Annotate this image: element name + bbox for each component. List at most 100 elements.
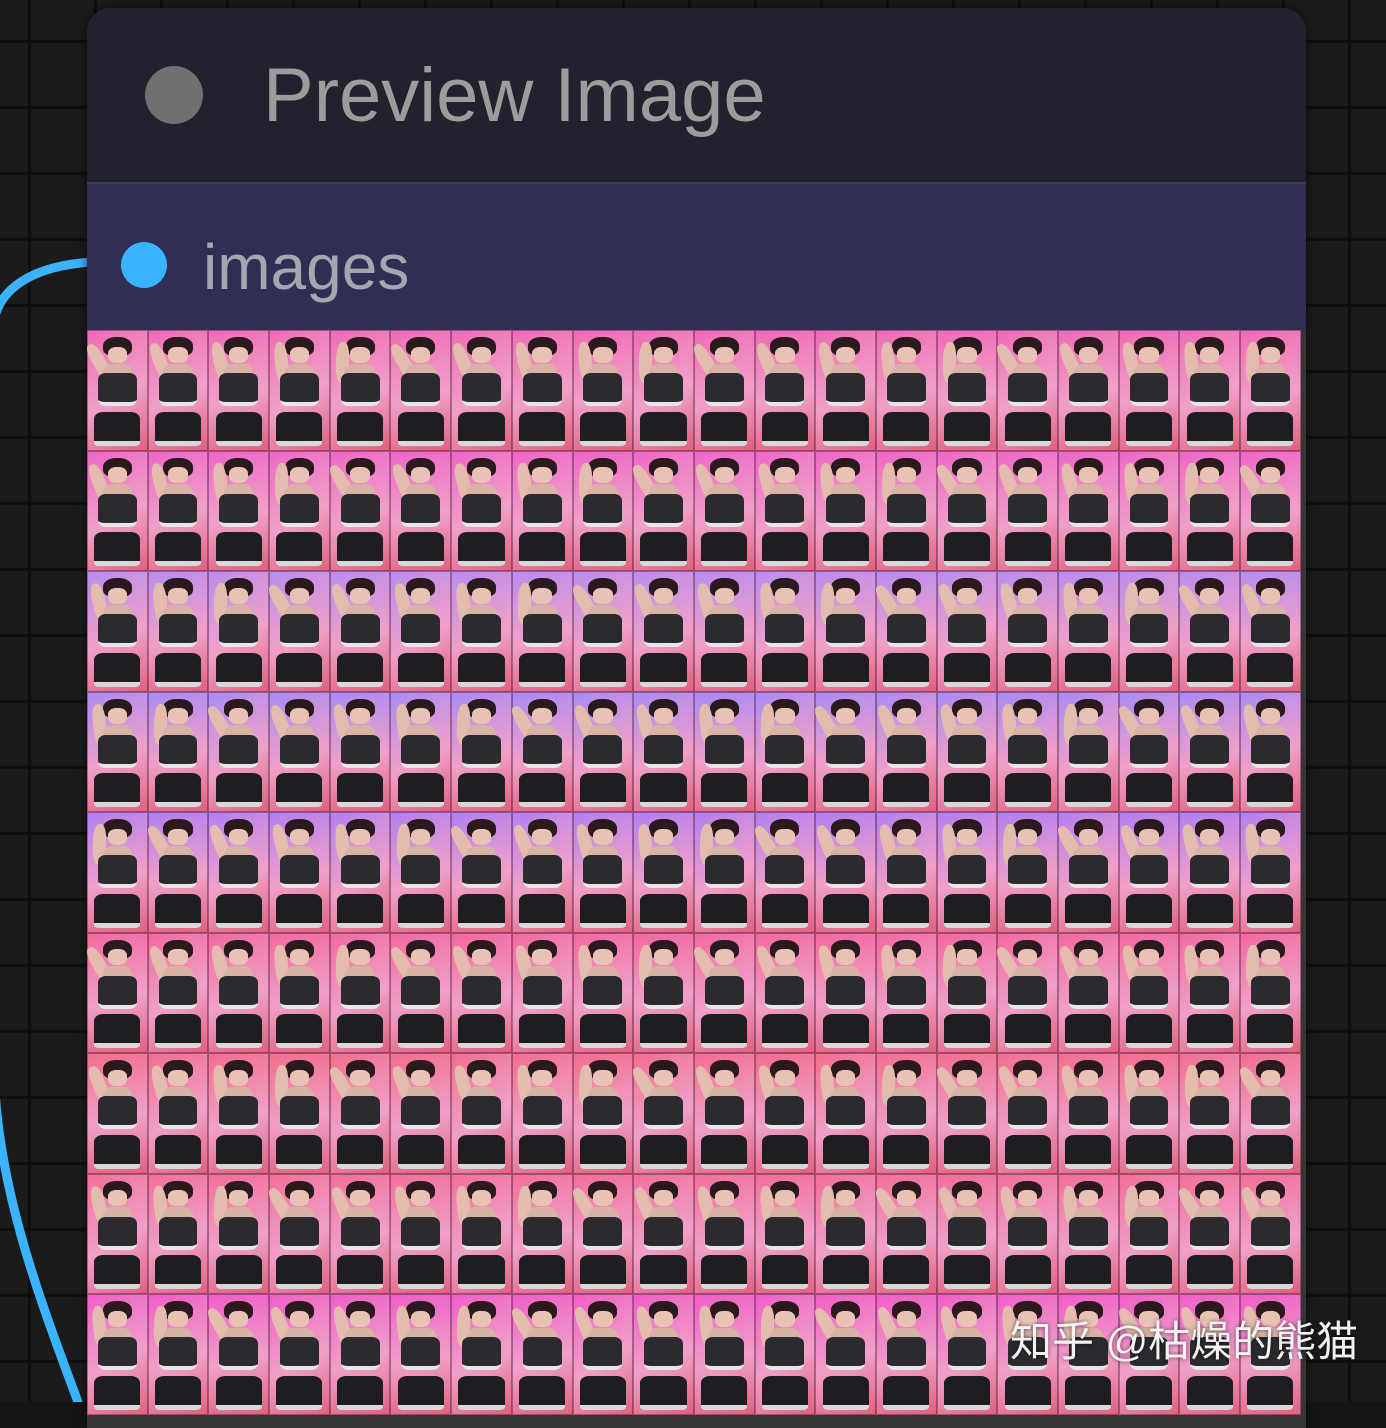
preview-frame[interactable] [633,571,694,692]
preview-frame[interactable] [329,571,391,692]
preview-frame[interactable] [1118,691,1180,812]
preview-image-node[interactable]: Preview Image images [87,8,1306,1428]
preview-frame[interactable] [754,1173,816,1294]
preview-frame[interactable] [511,812,573,933]
input-connector-dot[interactable] [121,242,167,288]
preview-frame[interactable] [269,691,330,812]
preview-frame[interactable] [511,1294,573,1415]
preview-frame[interactable] [633,450,694,571]
preview-frame[interactable] [633,691,694,812]
preview-frame[interactable] [451,330,512,451]
preview-frame[interactable] [815,1173,876,1294]
input-slot-images[interactable]: images [87,182,1306,332]
preview-frame[interactable] [87,1173,148,1294]
preview-frame[interactable] [1058,691,1119,812]
preview-frame[interactable] [390,1053,452,1174]
preview-frame[interactable] [329,932,391,1053]
preview-frame[interactable] [511,932,573,1053]
preview-frame[interactable] [269,450,330,571]
preview-frame[interactable] [147,1294,209,1415]
preview-frame[interactable] [875,450,937,571]
preview-frame[interactable] [269,571,330,692]
preview-frame[interactable] [390,691,452,812]
preview-frame[interactable] [269,812,330,933]
preview-frame[interactable] [815,450,876,571]
preview-frame[interactable] [269,1294,330,1415]
preview-frame[interactable] [754,330,816,451]
preview-frame[interactable] [572,932,634,1053]
preview-frame[interactable] [754,1294,816,1415]
preview-frame[interactable] [1118,932,1180,1053]
preview-frame[interactable] [997,1053,1058,1174]
preview-frame[interactable] [936,330,998,451]
preview-frame[interactable] [269,330,330,451]
preview-frame[interactable] [815,571,876,692]
preview-frame[interactable] [693,1294,755,1415]
preview-frame[interactable] [1240,932,1301,1053]
preview-frame[interactable] [572,1173,634,1294]
preview-frame[interactable] [329,812,391,933]
preview-frame[interactable] [936,932,998,1053]
preview-frame[interactable] [1179,571,1241,692]
image-preview-grid[interactable] [87,330,1301,1415]
preview-frame[interactable] [511,1053,573,1174]
preview-frame[interactable] [1118,1053,1180,1174]
preview-frame[interactable] [208,691,270,812]
preview-frame[interactable] [1118,450,1180,571]
preview-frame[interactable] [1240,330,1301,451]
preview-frame[interactable] [511,330,573,451]
preview-frame[interactable] [754,932,816,1053]
preview-frame[interactable] [875,932,937,1053]
preview-frame[interactable] [451,571,512,692]
preview-frame[interactable] [693,571,755,692]
preview-frame[interactable] [875,1053,937,1174]
preview-frame[interactable] [1058,330,1119,451]
preview-frame[interactable] [1179,450,1241,571]
preview-frame[interactable] [1179,812,1241,933]
preview-frame[interactable] [997,1173,1058,1294]
preview-frame[interactable] [572,1053,634,1174]
preview-frame[interactable] [1240,812,1301,933]
preview-frame[interactable] [633,812,694,933]
preview-frame[interactable] [1179,691,1241,812]
preview-frame[interactable] [1058,571,1119,692]
preview-frame[interactable] [1118,812,1180,933]
preview-frame[interactable] [936,812,998,933]
preview-frame[interactable] [572,812,634,933]
preview-frame[interactable] [511,1173,573,1294]
preview-frame[interactable] [693,450,755,571]
preview-frame[interactable] [329,691,391,812]
preview-frame[interactable] [451,812,512,933]
preview-frame[interactable] [693,932,755,1053]
preview-frame[interactable] [87,812,148,933]
preview-frame[interactable] [1058,1053,1119,1174]
preview-frame[interactable] [754,1053,816,1174]
preview-frame[interactable] [511,571,573,692]
preview-frame[interactable] [87,691,148,812]
preview-frame[interactable] [208,812,270,933]
preview-frame[interactable] [936,1173,998,1294]
node-header[interactable]: Preview Image [87,8,1306,182]
preview-frame[interactable] [269,1173,330,1294]
preview-frame[interactable] [147,1173,209,1294]
preview-frame[interactable] [936,1053,998,1174]
preview-frame[interactable] [633,1053,694,1174]
preview-frame[interactable] [390,571,452,692]
preview-frame[interactable] [451,1294,512,1415]
preview-frame[interactable] [936,450,998,571]
preview-frame[interactable] [936,691,998,812]
preview-frame[interactable] [390,1173,452,1294]
preview-frame[interactable] [572,330,634,451]
preview-frame[interactable] [329,1173,391,1294]
preview-frame[interactable] [87,450,148,571]
preview-frame[interactable] [572,450,634,571]
preview-frame[interactable] [390,932,452,1053]
collapse-toggle-dot[interactable] [145,66,203,124]
preview-frame[interactable] [815,691,876,812]
preview-frame[interactable] [87,1294,148,1415]
preview-frame[interactable] [754,691,816,812]
preview-frame[interactable] [329,1294,391,1415]
preview-frame[interactable] [1179,330,1241,451]
preview-frame[interactable] [208,1173,270,1294]
preview-frame[interactable] [451,450,512,571]
